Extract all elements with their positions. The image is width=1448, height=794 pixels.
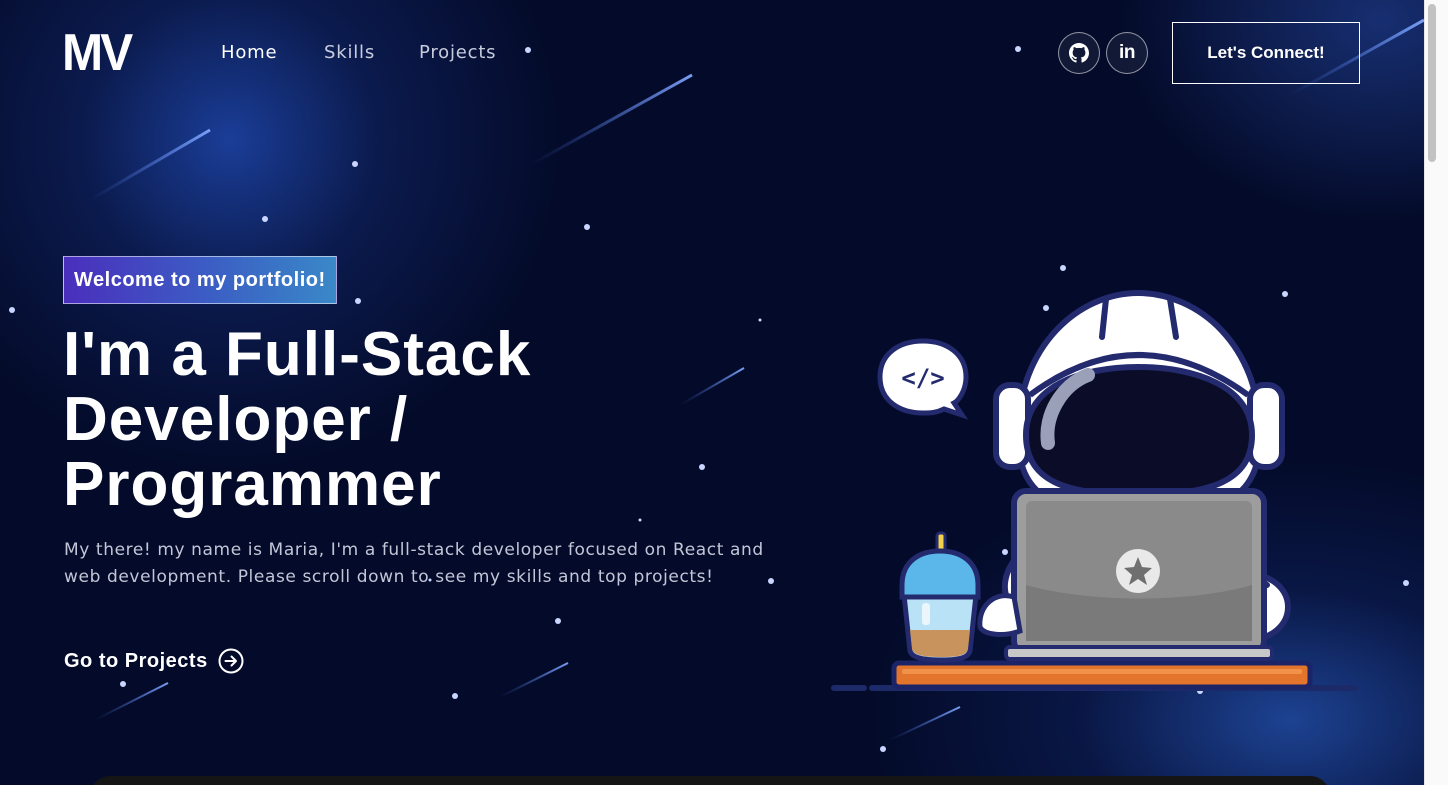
astronaut-illustration: </> [831, 289, 1358, 691]
linkedin-icon: in [1119, 42, 1135, 63]
site-logo[interactable]: MV [62, 27, 133, 79]
headline-line-1: I'm a Full-Stack [63, 320, 532, 389]
nav-link-skills[interactable]: Skills [324, 42, 375, 63]
headline-line-3: Programmer [63, 450, 442, 519]
linkedin-button[interactable]: in [1106, 32, 1148, 74]
nav-link-home[interactable]: Home [221, 42, 277, 63]
nav-link-projects[interactable]: Projects [419, 42, 496, 63]
drink-cup-icon [899, 531, 981, 663]
speech-bubble-icon: </> [877, 338, 969, 420]
next-section-edge [90, 776, 1330, 785]
go-to-projects-label: Go to Projects [64, 649, 208, 672]
github-icon [1069, 43, 1089, 63]
hero-headline: I'm a Full-Stack Developer / Programmer [63, 322, 603, 517]
laptop-icon [1004, 488, 1274, 661]
scrollbar-thumb[interactable] [1428, 4, 1436, 162]
code-symbol-label: </> [901, 364, 944, 392]
headline-line-2: Developer / [63, 385, 409, 454]
lets-connect-button[interactable]: Let's Connect! [1172, 22, 1360, 84]
github-button[interactable] [1058, 32, 1100, 74]
arrow-right-circle-icon [218, 648, 244, 674]
desk [831, 660, 1358, 691]
hero-banner: MV Home Skills Projects in Let's Connect… [0, 0, 1424, 785]
go-to-projects-link[interactable]: Go to Projects [64, 648, 244, 674]
welcome-tagline: Welcome to my portfolio! [63, 256, 337, 304]
hero-intro-text: My there! my name is Maria, I'm a full-s… [64, 540, 764, 587]
